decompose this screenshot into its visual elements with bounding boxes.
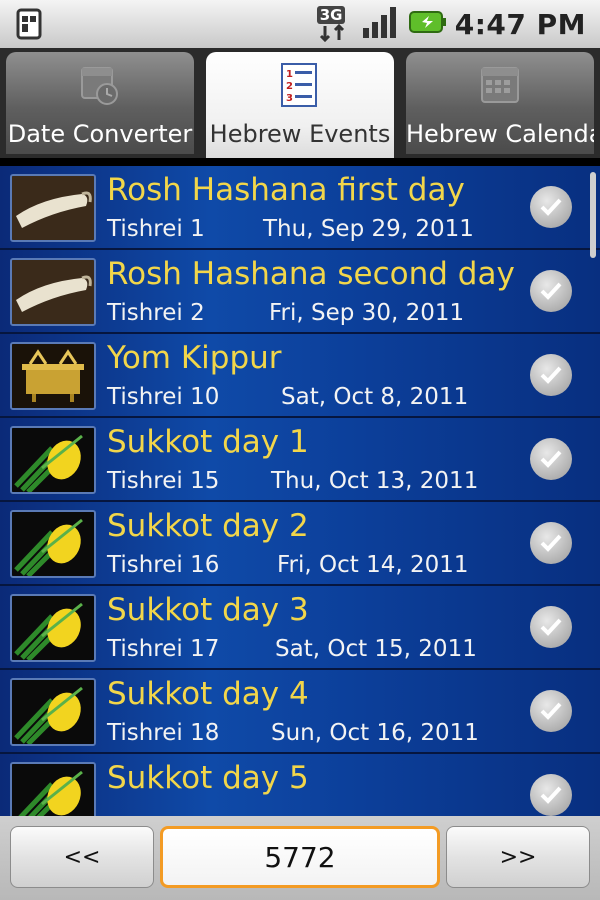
event-title: Yom Kippur [107, 340, 282, 376]
gregorian-date: Sat, Oct 8, 2011 [281, 384, 469, 410]
etrog-icon [10, 594, 96, 662]
status-bar: 3G 4:47 PM [0, 0, 600, 49]
check-icon[interactable] [530, 522, 572, 564]
hebrew-date: Tishrei 10 [107, 384, 220, 410]
hebrew-date: Tishrei 16 [107, 552, 220, 578]
hebrew-date: Tishrei 17 [107, 636, 220, 662]
tab-bar: Date Converter 1 2 3 Hebrew Events Hebre… [0, 48, 600, 206]
etrog-icon [10, 678, 96, 746]
numbered-list-icon: 1 2 3 [280, 62, 320, 112]
tab-date-converter[interactable]: Date Converter [6, 52, 194, 154]
svg-text:1: 1 [286, 69, 293, 80]
next-year-button[interactable]: >> [446, 826, 590, 888]
etrog-icon [10, 510, 96, 578]
tab-label: Hebrew Calendar [406, 120, 594, 148]
hebrew-date: Tishrei 18 [107, 720, 220, 746]
event-title: Rosh Hashana second day [107, 256, 515, 292]
gregorian-date: Thu, Sep 29, 2011 [263, 216, 474, 242]
event-title: Sukkot day 2 [107, 508, 309, 544]
year-navigation-bar: << 5772 >> [0, 816, 600, 900]
hebrew-date: Tishrei 15 [107, 468, 220, 494]
hebrew-date: Tishrei 1 [107, 216, 205, 242]
calendar-clock-icon [80, 62, 120, 110]
event-title: Sukkot day 5 [107, 760, 309, 796]
event-title: Sukkot day 4 [107, 676, 309, 712]
check-icon[interactable] [530, 606, 572, 648]
etrog-icon [10, 426, 96, 494]
svg-text:3: 3 [286, 93, 293, 104]
etrog-icon [10, 762, 96, 816]
sim-icon [12, 8, 46, 40]
list-item[interactable]: Sukkot day 1 Tishrei 15 Thu, Oct 13, 201… [0, 418, 600, 502]
list-item[interactable]: Sukkot day 2 Tishrei 16 Fri, Oct 14, 201… [0, 502, 600, 586]
check-icon[interactable] [530, 186, 572, 228]
event-title: Sukkot day 1 [107, 424, 309, 460]
list-item[interactable]: Sukkot day 5 [0, 754, 600, 816]
list-item[interactable]: Sukkot day 3 Tishrei 17 Sat, Oct 15, 201… [0, 586, 600, 670]
check-icon[interactable] [530, 354, 572, 396]
list-item[interactable]: Sukkot day 4 Tishrei 18 Sun, Oct 16, 201… [0, 670, 600, 754]
tab-label: Hebrew Events [209, 120, 391, 148]
calendar-grid-icon [480, 62, 520, 110]
gregorian-date: Fri, Oct 14, 2011 [277, 552, 469, 578]
ark-icon [10, 342, 96, 410]
list-item[interactable]: Rosh Hashana second day Tishrei 2 Fri, S… [0, 250, 600, 334]
event-title: Sukkot day 3 [107, 592, 309, 628]
battery-icon [408, 10, 447, 38]
network-type-label: 3G [316, 6, 346, 24]
tab-hebrew-calendar[interactable]: Hebrew Calendar [406, 52, 594, 154]
check-icon[interactable] [530, 690, 572, 732]
signal-icon [361, 4, 401, 44]
list-scrollbar[interactable] [590, 172, 596, 258]
check-icon[interactable] [530, 774, 572, 816]
previous-year-button[interactable]: << [10, 826, 154, 888]
year-field[interactable]: 5772 [160, 826, 440, 888]
svg-text:2: 2 [286, 81, 293, 92]
gregorian-date: Fri, Sep 30, 2011 [269, 300, 465, 326]
check-icon[interactable] [530, 438, 572, 480]
shofar-icon [10, 174, 96, 242]
tab-label: Date Converter [7, 120, 193, 148]
tab-hebrew-events[interactable]: 1 2 3 Hebrew Events [206, 52, 394, 158]
list-item[interactable]: Yom Kippur Tishrei 10 Sat, Oct 8, 2011 [0, 334, 600, 418]
event-title: Rosh Hashana first day [107, 172, 465, 208]
hebrew-date: Tishrei 2 [107, 300, 205, 326]
check-icon[interactable] [530, 270, 572, 312]
events-list[interactable]: Rosh Hashana first day Tishrei 1 Thu, Se… [0, 166, 600, 816]
gregorian-date: Sat, Oct 15, 2011 [275, 636, 477, 662]
3g-icon: 3G [316, 6, 353, 42]
list-item[interactable]: Rosh Hashana first day Tishrei 1 Thu, Se… [0, 166, 600, 250]
gregorian-date: Thu, Oct 13, 2011 [271, 468, 479, 494]
status-time: 4:47 PM [454, 7, 586, 41]
gregorian-date: Sun, Oct 16, 2011 [271, 720, 479, 746]
shofar-icon [10, 258, 96, 326]
